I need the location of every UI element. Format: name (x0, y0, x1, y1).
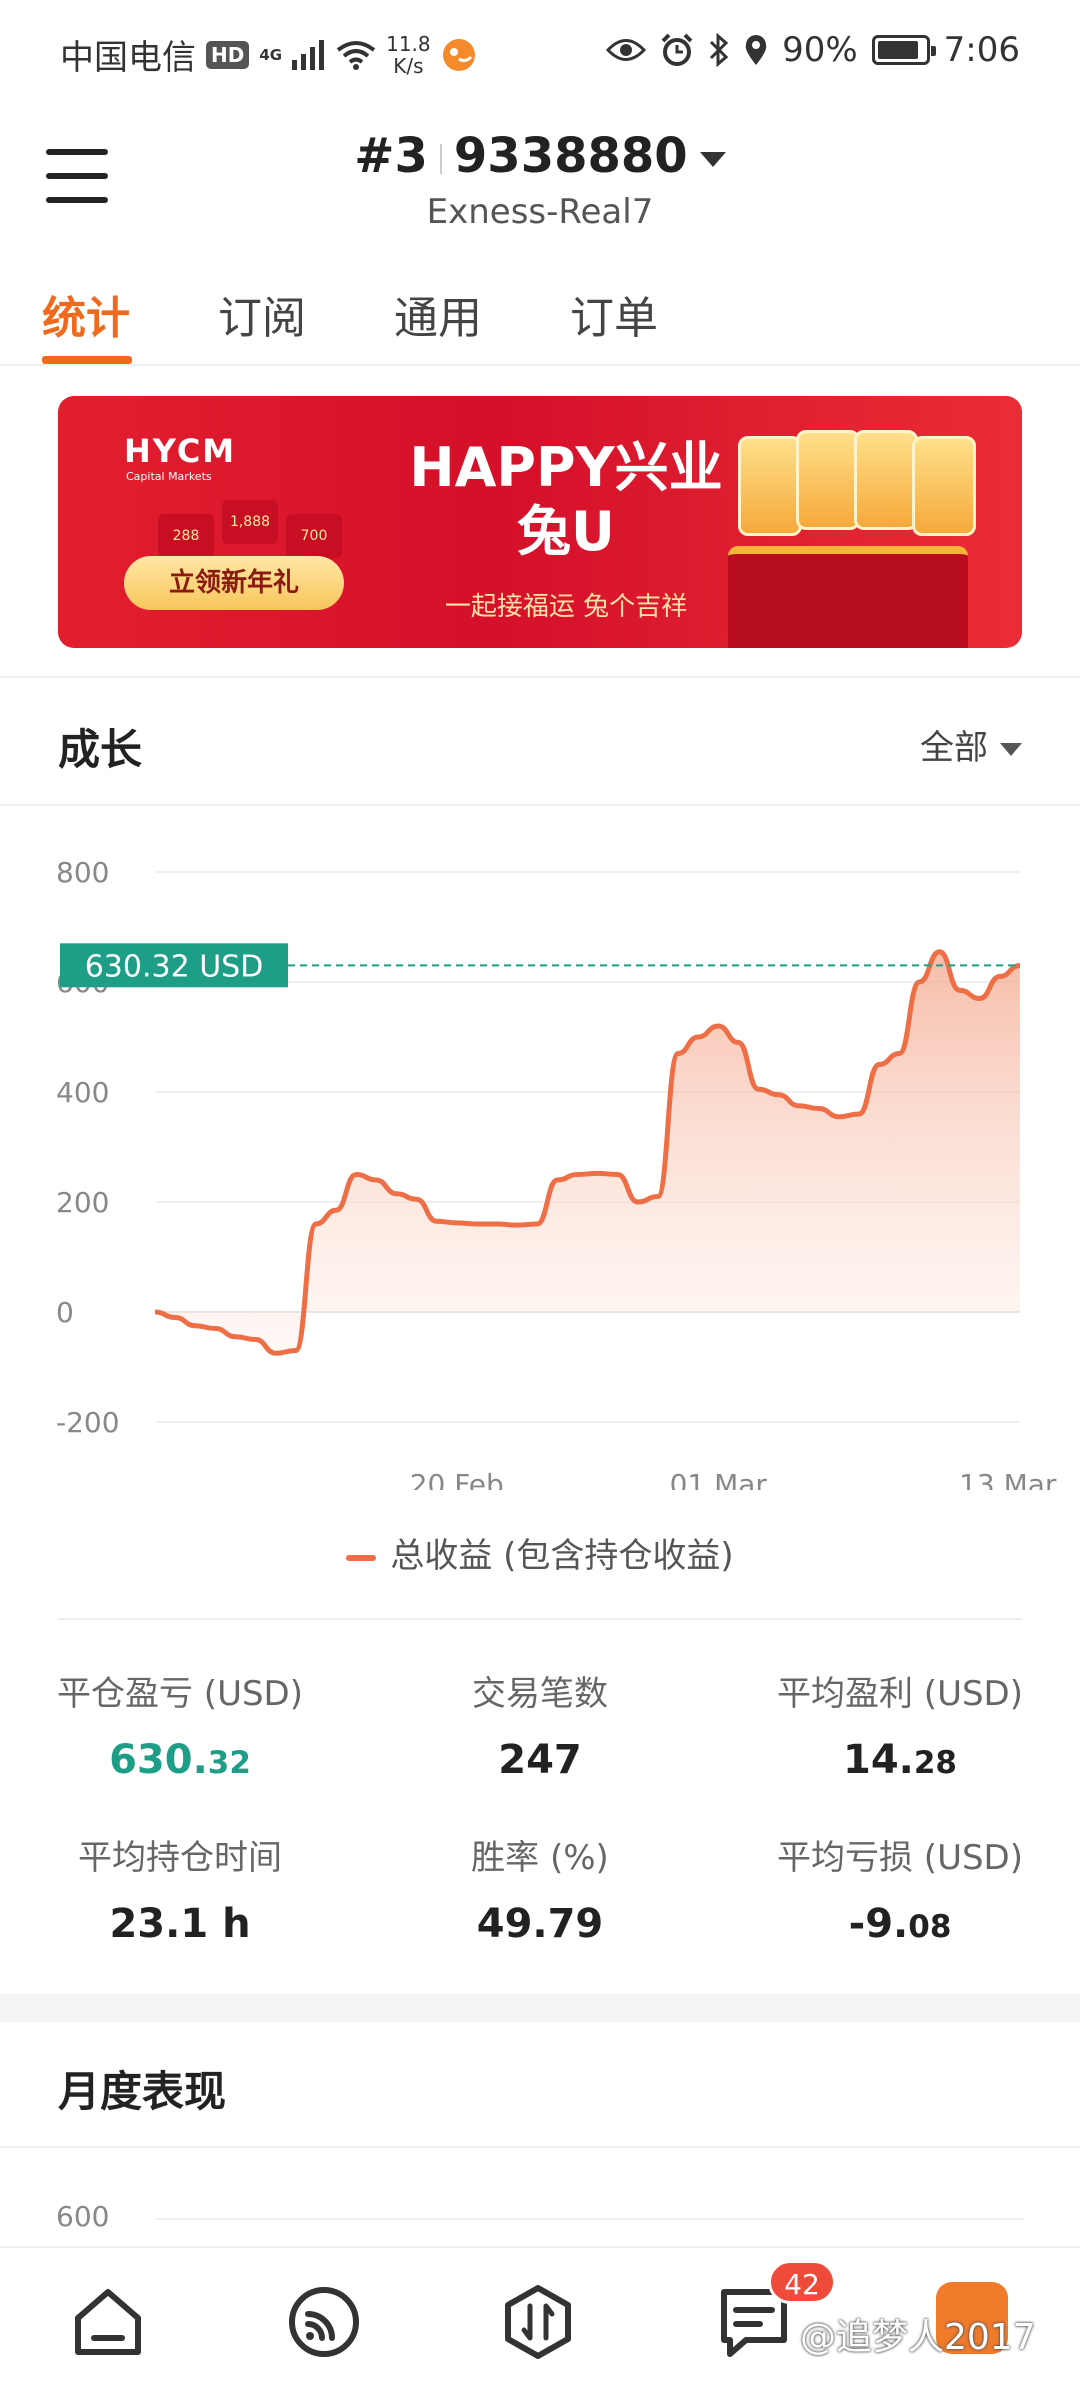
clock: 7:06 (943, 30, 1020, 70)
x-tick-label: 13 Mar (959, 1468, 1057, 1490)
y-tick-label: 400 (56, 1076, 109, 1109)
net-speed-unit: K/s (393, 53, 424, 78)
stat-avg-loss: 平均亏损 (USD) -9.08 (720, 1830, 1080, 1947)
battery-percent: 90% (782, 30, 858, 70)
stat-trade-count: 交易笔数 247 (360, 1666, 720, 1783)
banner-envelope: 700 (286, 514, 342, 558)
banner-envelope: 1,888 (222, 500, 278, 544)
y-tick-label: 0 (56, 1296, 74, 1329)
cell-signal-icon (292, 39, 325, 70)
stat-label: 平均亏损 (USD) (777, 1838, 1023, 1878)
signal-type-label: 4G (259, 45, 283, 64)
stat-value: 49.79 (476, 1901, 604, 1947)
chevron-down-icon (1000, 743, 1022, 756)
stat-value: 23.1 h (109, 1901, 251, 1947)
monthly-title: 月度表现 (58, 2067, 227, 2116)
growth-chart[interactable]: 8006004002000-200 20 Feb01 Mar13 Mar 630… (0, 830, 1080, 1490)
range-dropdown[interactable]: 全部 (920, 720, 1022, 769)
divider (0, 2146, 1080, 2148)
alarm-icon (661, 33, 693, 66)
section-separator (0, 1994, 1080, 2022)
account-server: Exness-Real7 (426, 192, 654, 232)
status-bar: 中国电信 HD 4G 11.8 K/s 90% 7:06 (0, 0, 1080, 106)
y-tick-label: -200 (56, 1406, 120, 1439)
stat-value: -9.08 (848, 1901, 952, 1947)
tab-bar: 统计 订阅 通用 订单 (0, 276, 1080, 366)
stat-label: 平仓盈亏 (USD) (57, 1674, 303, 1714)
banner-title: HAPPY兴业 兔U (396, 436, 736, 564)
banner-title-line1: HAPPY兴业 (409, 436, 723, 499)
account-separator (439, 144, 442, 174)
bluetooth-icon (710, 33, 729, 67)
home-icon[interactable] (70, 2284, 146, 2360)
stat-label: 胜率 (%) (471, 1838, 609, 1878)
account-selector[interactable]: #3 9338880 (0, 128, 1080, 184)
monthly-axis-tick: 600 (56, 2200, 110, 2233)
stat-value: 247 (498, 1737, 582, 1783)
account-prefix: #3 (354, 128, 428, 184)
eye-icon (606, 39, 647, 61)
promo-banner[interactable]: HYCM Capital Markets 288 1,888 700 立领新年礼… (58, 396, 1022, 648)
location-icon (745, 35, 767, 65)
range-value: 全部 (920, 728, 988, 768)
tab-subscribe[interactable]: 订阅 (218, 282, 306, 346)
x-tick-label: 01 Mar (670, 1468, 768, 1490)
net-speed: 11.8 K/s (386, 33, 431, 77)
battery-icon (871, 35, 936, 65)
trade-icon[interactable] (500, 2284, 576, 2360)
banner-cards-illustration (738, 430, 988, 546)
banner-logo-sub: Capital Markets (126, 470, 212, 483)
tab-stats[interactable]: 统计 (42, 282, 130, 346)
hd-icon: HD (206, 40, 250, 69)
stat-label: 交易笔数 (472, 1674, 608, 1714)
series-area (155, 951, 1020, 1354)
wifi-icon (336, 40, 376, 70)
tab-active-indicator (42, 356, 132, 364)
app-notification-icon (442, 38, 475, 71)
banner-logo: HYCM (124, 432, 237, 470)
message-count-badge: 42 (768, 2260, 836, 2304)
signals-icon[interactable] (286, 2284, 362, 2360)
x-tick-label: 20 Feb (410, 1468, 504, 1490)
current-value-label: 630.32 USD (85, 949, 264, 984)
growth-title: 成长 (58, 725, 143, 774)
tab-orders[interactable]: 订单 (570, 282, 658, 346)
status-left: 中国电信 HD 4G 11.8 K/s (60, 30, 477, 79)
stat-label: 平均持仓时间 (78, 1838, 282, 1878)
y-tick-label: 800 (56, 856, 109, 889)
net-speed-value: 11.8 (386, 31, 431, 56)
legend-swatch (346, 1554, 377, 1561)
banner-envelopes: 288 1,888 700 (158, 500, 358, 558)
carrier-label: 中国电信 (60, 38, 196, 78)
banner-cta-button[interactable]: 立领新年礼 (124, 556, 344, 610)
divider (0, 804, 1080, 806)
legend-label: 总收益 (包含持仓收益) (390, 1536, 734, 1576)
stat-avg-profit: 平均盈利 (USD) 14.28 (720, 1666, 1080, 1783)
stat-value: 14.28 (843, 1737, 957, 1783)
banner-title-line2: 兔U (517, 500, 615, 563)
stat-closed-pnl: 平仓盈亏 (USD) 630.32 (0, 1666, 360, 1783)
banner-gift-box (728, 546, 968, 648)
chevron-down-icon (699, 151, 726, 167)
stat-win-rate: 胜率 (%) 49.79 (360, 1830, 720, 1947)
stat-value: 630.32 (109, 1737, 251, 1783)
divider (58, 1618, 1022, 1620)
tab-general[interactable]: 通用 (394, 282, 482, 346)
watermark: @追梦人2017 (800, 2317, 1036, 2358)
banner-envelope: 288 (158, 514, 214, 558)
banner-subtitle: 一起接福运 兔个吉祥 (444, 592, 688, 622)
stat-avg-hold-time: 平均持仓时间 23.1 h (0, 1830, 360, 1947)
chart-legend: 总收益 (包含持仓收益) (0, 1528, 1080, 1577)
stat-label: 平均盈利 (USD) (777, 1674, 1023, 1714)
divider (0, 676, 1080, 678)
account-number: 9338880 (453, 128, 688, 184)
y-tick-label: 200 (56, 1186, 109, 1219)
status-right: 90% 7:06 (606, 30, 1020, 70)
monthly-grid-line (155, 2218, 1023, 2220)
